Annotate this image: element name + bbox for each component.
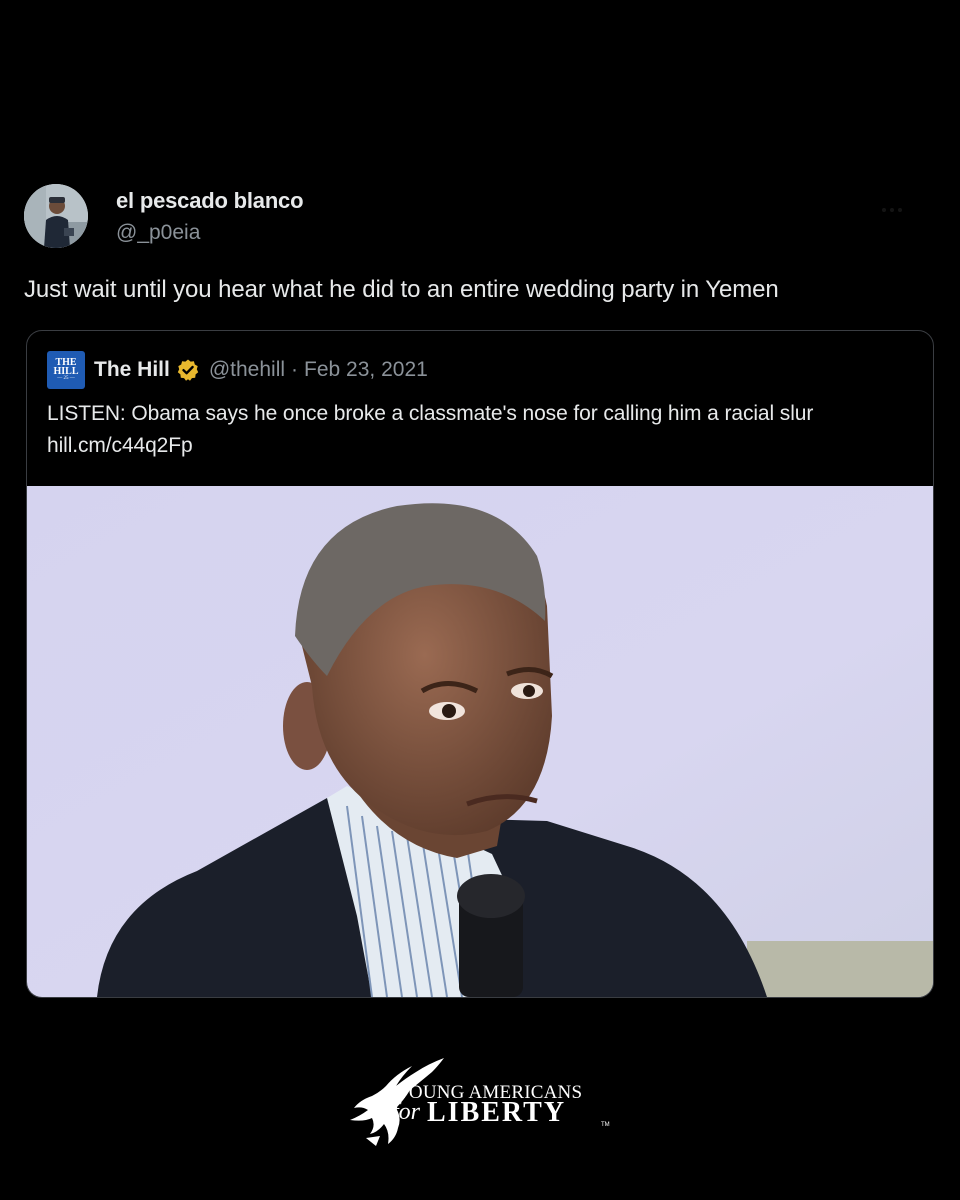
brand-trademark: TM [601, 1122, 610, 1128]
photo-man-with-microphone-icon [27, 486, 933, 997]
logo-line-3: — 25 — [57, 376, 75, 381]
tweet-author: el pescado blanco @_p0eia [24, 184, 934, 252]
quoted-media-image[interactable] [27, 486, 933, 997]
logo-line-2: HILL [53, 366, 79, 377]
quoted-text: LISTEN: Obama says he once broke a class… [47, 402, 814, 457]
young-americans-for-liberty-logo: YOUNG AMERICANS for LIBERTY TM [346, 1056, 626, 1152]
quoted-handle[interactable]: @thehill [209, 358, 285, 382]
the-hill-logo-icon[interactable]: THE HILL — 25 — [47, 351, 85, 389]
avatar[interactable] [24, 184, 88, 248]
tweet-text: Just wait until you hear what he did to … [24, 276, 779, 303]
brand-line-2: LIBERTY [427, 1097, 567, 1128]
tweet[interactable]: el pescado blanco @_p0eia Just wait unti… [24, 184, 934, 303]
quoted-tweet-header: THE HILL — 25 — The Hill @thehill · Feb … [47, 351, 428, 389]
verified-badge-icon [177, 359, 199, 381]
separator-dot: · [291, 358, 299, 381]
author-handle[interactable]: @_p0eia [116, 221, 200, 245]
quoted-tweet[interactable]: THE HILL — 25 — The Hill @thehill · Feb … [26, 330, 934, 998]
quoted-author-name[interactable]: The Hill [94, 358, 170, 382]
author-name[interactable]: el pescado blanco [116, 188, 304, 214]
more-options-icon[interactable] [882, 208, 902, 214]
quoted-date[interactable]: Feb 23, 2021 [304, 358, 428, 382]
brand-for: for [392, 1099, 421, 1125]
avatar-photo-icon [24, 184, 88, 248]
